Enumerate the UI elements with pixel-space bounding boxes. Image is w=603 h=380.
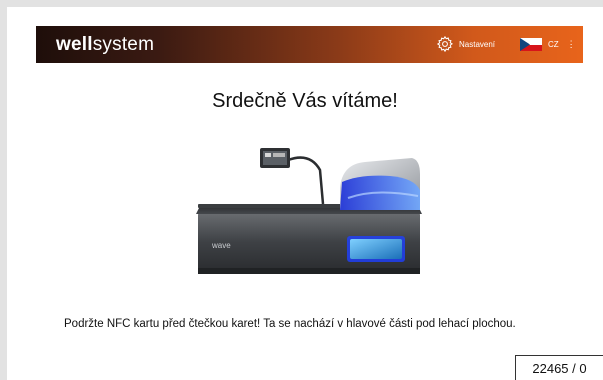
product-image: wave (190, 140, 430, 290)
kebab-menu-icon[interactable]: ⋮ (567, 39, 576, 50)
gear-icon (436, 35, 454, 55)
nfc-instruction: Podržte NFC kartu před čtečkou karet! Ta… (64, 318, 516, 330)
session-counter: 22465 / 0 (515, 355, 603, 380)
welcome-title: Srdečně Vás vítáme! (212, 90, 398, 112)
czech-flag-icon (520, 38, 542, 51)
settings-label: Nastavení (459, 40, 496, 49)
app-header: wellsystem Nastavení CZ ⋮ (36, 26, 583, 63)
language-code: CZ (548, 40, 559, 49)
brand-logo: wellsystem (56, 33, 155, 55)
settings-button[interactable]: Nastavení (436, 26, 495, 63)
language-selector[interactable]: CZ ⋮ (520, 26, 576, 63)
product-logo: wave (211, 241, 231, 250)
